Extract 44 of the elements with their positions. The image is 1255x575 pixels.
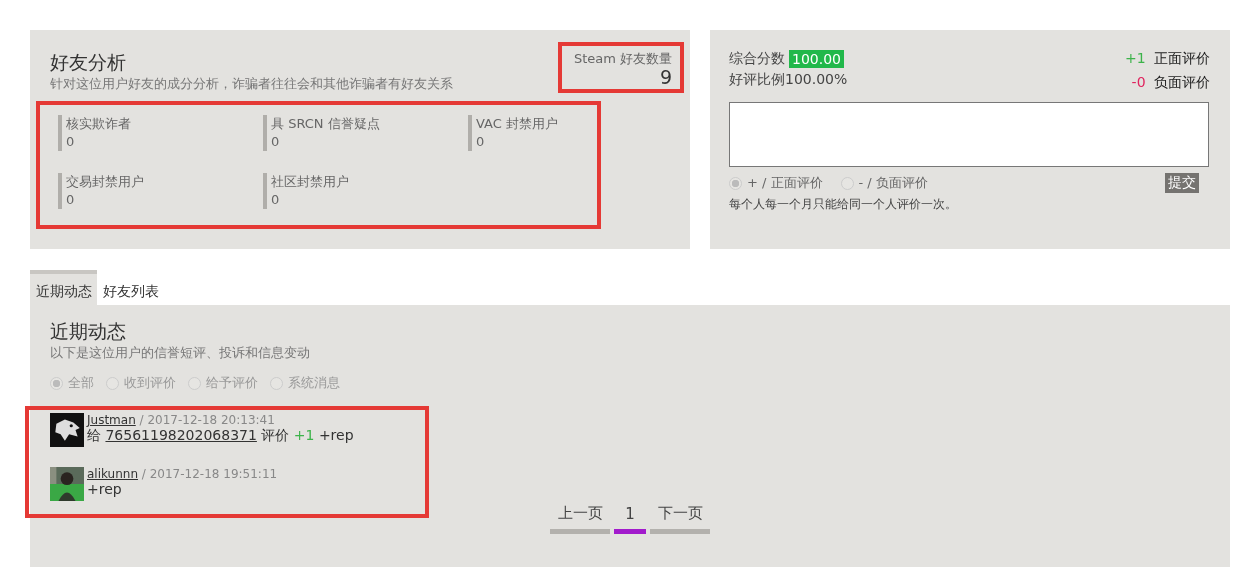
- section-title: 好友分析: [50, 50, 127, 75]
- entry-text: 给 76561198202068371 评价 +1 +rep: [87, 427, 354, 445]
- entry-text: +rep: [87, 481, 123, 497]
- score-label: 综合分数: [729, 50, 785, 68]
- tab[interactable]: 好友列表: [97, 270, 164, 305]
- stat-label: 交易封禁用户: [66, 173, 145, 191]
- stat-label: 具 SRCN 信誉疑点: [271, 115, 381, 133]
- submit-button[interactable]: 提交: [1165, 173, 1199, 193]
- entry-time: / 2017-12-18 19:51:11: [140, 467, 278, 481]
- radio-label[interactable]: + / 正面评价: [747, 174, 823, 192]
- section-title: 近期动态: [50, 319, 127, 344]
- comment-field[interactable]: [729, 102, 1209, 167]
- user-link[interactable]: Justman: [87, 413, 136, 427]
- stat-value: 0: [271, 191, 281, 209]
- radio-button[interactable]: [729, 176, 742, 190]
- steam-id-link[interactable]: 76561198202068371: [105, 427, 257, 443]
- positive-ratio: 好评比例100.00%: [729, 71, 848, 89]
- stat-value: 0: [66, 191, 76, 209]
- radio-label[interactable]: - / 负面评价: [858, 174, 928, 192]
- stat-value: 0: [271, 133, 281, 151]
- radio-button[interactable]: [188, 376, 201, 390]
- rating-note: 每个人每一个月只能给同一个人评价一次。: [729, 197, 958, 212]
- friend-count: 9: [658, 68, 672, 87]
- radio-button[interactable]: [50, 376, 63, 390]
- stat-label: VAC 封禁用户: [476, 115, 559, 133]
- tab[interactable]: 近期动态: [30, 270, 97, 305]
- radio-button[interactable]: [270, 376, 283, 390]
- entry-time: / 2017-12-18 20:13:41: [138, 413, 275, 427]
- stat-label: 核实欺诈者: [66, 115, 132, 133]
- radio-button[interactable]: [840, 176, 854, 190]
- stat-value: 0: [476, 133, 486, 151]
- stat-value: 0: [66, 133, 76, 151]
- friend-count-label: Steam 好友数量: [573, 50, 672, 68]
- section-subtitle: 针对这位用户好友的成分分析，诈骗者往往会和其他诈骗者有好友关系: [50, 76, 453, 93]
- user-link[interactable]: alikunnn: [87, 467, 139, 481]
- next-page-button[interactable]: 下一页: [650, 504, 710, 534]
- stat-label: 社区封禁用户: [271, 173, 350, 191]
- score-badge: 100.00: [789, 50, 844, 68]
- previous-page-button[interactable]: 上一页: [550, 504, 610, 534]
- page-button[interactable]: 1: [614, 504, 646, 534]
- rating-count: +1 正面评价: [1124, 50, 1210, 67]
- rating-count: -0 负面评价: [1130, 74, 1210, 91]
- section-subtitle: 以下是这位用户的信誉短评、投诉和信息变动: [50, 345, 311, 362]
- radio-button[interactable]: [106, 376, 119, 390]
